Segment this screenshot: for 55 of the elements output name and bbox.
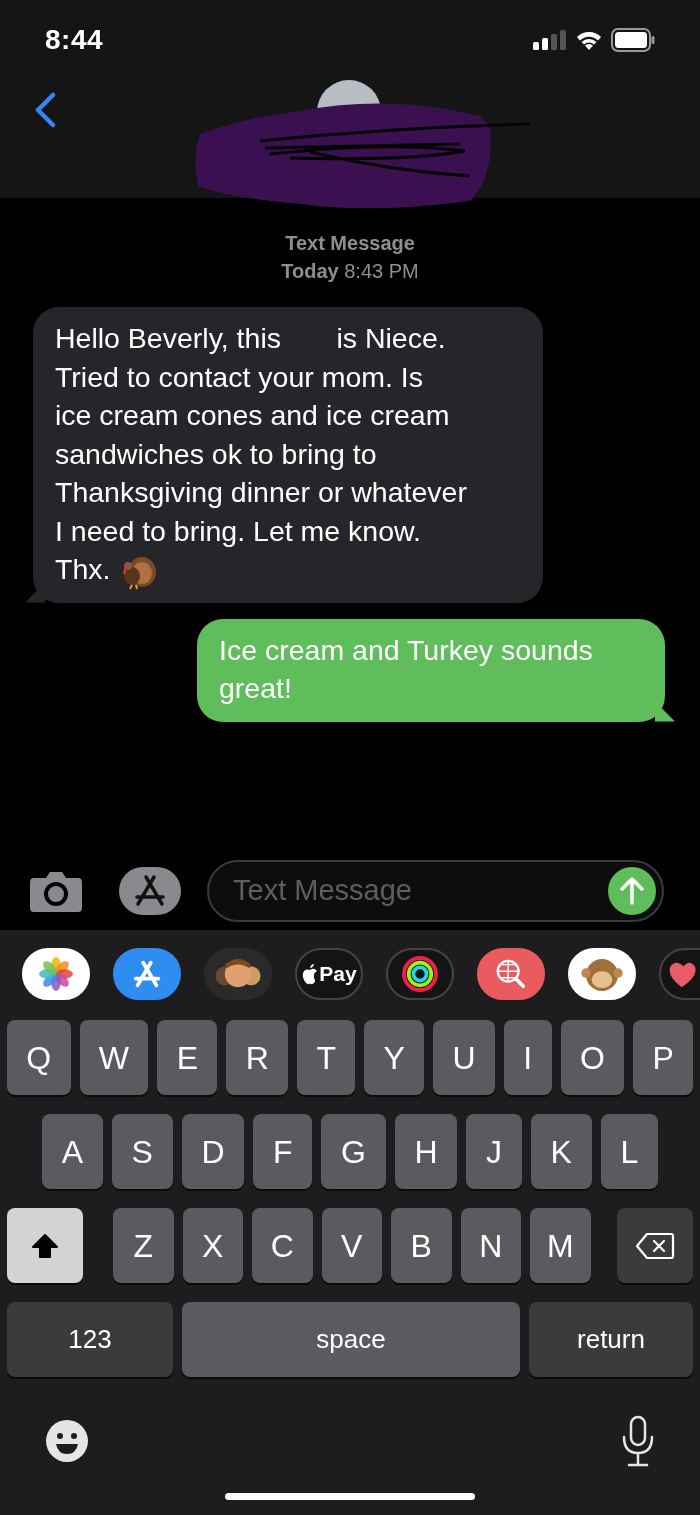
letter-key[interactable]: U bbox=[433, 1020, 496, 1095]
letter-key[interactable]: X bbox=[182, 1208, 243, 1283]
emoji-icon[interactable] bbox=[45, 1419, 89, 1463]
letter-key[interactable]: V bbox=[321, 1208, 382, 1283]
letter-key[interactable]: C bbox=[252, 1208, 313, 1283]
letter-key[interactable]: B bbox=[391, 1208, 452, 1283]
app-store-button[interactable] bbox=[119, 867, 181, 915]
service-label: Text Message bbox=[284, 231, 416, 256]
space-key[interactable]: space bbox=[182, 1302, 520, 1377]
app-button[interactable]: Pay bbox=[295, 948, 363, 1000]
microphone-icon[interactable] bbox=[621, 1415, 655, 1467]
camera-icon[interactable] bbox=[30, 870, 82, 912]
message-text: Ice cream and Turkey sounds great! bbox=[219, 632, 593, 706]
message-input-field[interactable]: Text Message bbox=[231, 868, 608, 914]
letter-key[interactable]: M bbox=[530, 1208, 591, 1283]
app-button[interactable] bbox=[113, 948, 181, 1000]
letter-key[interactable]: R bbox=[226, 1020, 289, 1095]
app-button[interactable] bbox=[386, 948, 454, 1000]
back-chevron-icon[interactable] bbox=[33, 92, 57, 128]
letter-key[interactable]: F bbox=[253, 1114, 313, 1189]
message-text: Hello Beverly, this is Niece. Tried to contact your mom. Is ice cream cones and ice cream sandwiches ok to bring to Thanksgiving dinner or whatever I need to bring. Let me know. Thx. bbox=[55, 321, 467, 587]
shift-key[interactable] bbox=[7, 1208, 83, 1283]
signal-icon bbox=[533, 29, 567, 51]
letter-key[interactable]: K bbox=[530, 1114, 592, 1189]
letter-key[interactable]: H bbox=[394, 1114, 458, 1189]
timestamp: Today 8:43 PM bbox=[280, 259, 420, 284]
send-button[interactable] bbox=[608, 867, 656, 915]
letter-key[interactable]: Y bbox=[364, 1020, 425, 1095]
battery-icon bbox=[611, 28, 655, 52]
shift-arrow-icon bbox=[31, 1232, 59, 1259]
letter-key[interactable]: D bbox=[181, 1114, 245, 1189]
letter-key[interactable]: J bbox=[466, 1114, 522, 1189]
letter-key[interactable]: I bbox=[504, 1020, 552, 1095]
backspace-icon bbox=[635, 1231, 675, 1260]
letter-key[interactable]: G bbox=[321, 1114, 386, 1189]
up-arrow-icon bbox=[619, 877, 645, 905]
numbers-key[interactable]: 123 bbox=[7, 1302, 173, 1377]
letter-key[interactable]: Z bbox=[113, 1208, 174, 1283]
letter-key[interactable]: S bbox=[111, 1114, 173, 1189]
letter-key[interactable]: L bbox=[600, 1114, 658, 1189]
letter-key[interactable]: N bbox=[460, 1208, 521, 1283]
wifi-icon bbox=[575, 29, 603, 51]
clock-time: 8:44 bbox=[45, 23, 104, 57]
app-store-icon bbox=[133, 874, 167, 908]
letter-key[interactable]: T bbox=[297, 1020, 356, 1095]
letter-key[interactable]: Q bbox=[7, 1020, 71, 1095]
letter-key[interactable]: W bbox=[79, 1020, 149, 1095]
letter-key[interactable]: A bbox=[42, 1114, 103, 1189]
letter-key[interactable]: P bbox=[633, 1020, 694, 1095]
letter-key[interactable]: E bbox=[157, 1020, 218, 1095]
letter-key[interactable]: O bbox=[560, 1020, 625, 1095]
return-key[interactable]: return bbox=[529, 1302, 693, 1377]
delete-key[interactable] bbox=[617, 1208, 693, 1283]
app-button[interactable] bbox=[477, 948, 545, 1000]
message-field[interactable]: Text Message bbox=[207, 860, 664, 922]
